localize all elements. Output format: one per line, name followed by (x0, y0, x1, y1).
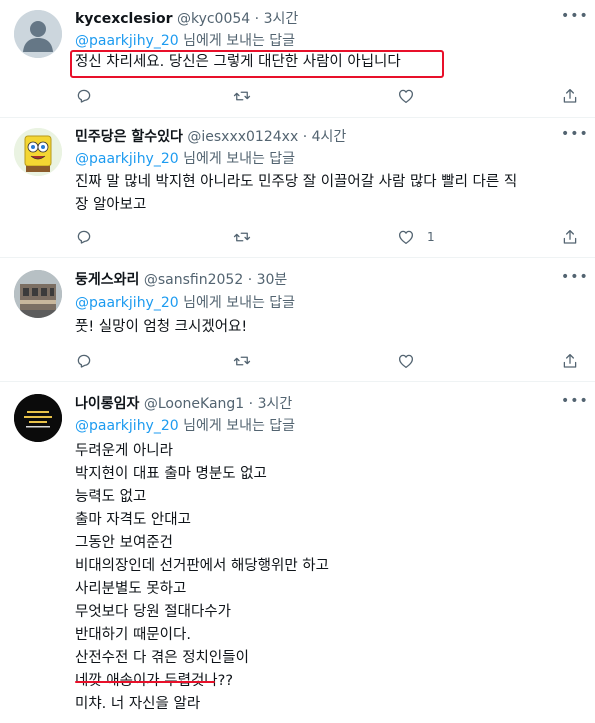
tweet[interactable]: kycexclesior @kyc0054 · 3시간 ••• @paarkji… (0, 0, 595, 118)
share-icon (563, 88, 577, 103)
retweet-button[interactable] (233, 85, 251, 107)
reply-button[interactable] (75, 350, 93, 372)
share-button[interactable] (561, 226, 579, 248)
share-button[interactable] (561, 85, 579, 107)
reply-suffix: 님에게 보내는 답글 (178, 33, 296, 49)
default-avatar-icon (14, 10, 62, 58)
reply-mention[interactable]: @paarkjihy_20 (75, 418, 179, 434)
more-icon[interactable]: ••• (561, 9, 588, 29)
avatar[interactable] (14, 394, 62, 442)
reply-context: @paarkjihy_20 님에게 보내는 답글 (75, 417, 295, 435)
highlight-box (70, 50, 444, 78)
reply-context: @paarkjihy_20 님에게 보내는 답글 (75, 150, 295, 168)
tweet-actions: 1 (70, 226, 585, 248)
retweet-icon (233, 232, 251, 242)
display-name[interactable]: kycexclesior (75, 11, 173, 27)
display-name[interactable]: 나이롱임자 (75, 396, 139, 412)
tweet-actions (70, 85, 585, 107)
timestamp[interactable]: 4시간 (312, 129, 347, 145)
reply-mention[interactable]: @paarkjihy_20 (75, 151, 179, 167)
tweet-text: 진짜 말 많네 박지현 아니라도 민주당 잘 이끌어갈 사람 많다 빨리 다른 … (75, 174, 518, 213)
separator-dot: · (248, 396, 254, 412)
tweet[interactable]: 둥게스와리 @sansfin2052 · 30분 ••• @paarkjihy_… (0, 258, 595, 382)
reply-icon (77, 354, 91, 368)
timestamp[interactable]: 3시간 (264, 11, 299, 27)
building-avatar-icon (14, 270, 62, 318)
separator-dot: · (254, 11, 260, 27)
reply-context: @paarkjihy_20 님에게 보내는 답글 (75, 294, 295, 312)
like-count: 1 (427, 230, 435, 244)
share-button[interactable] (561, 350, 579, 372)
like-icon (398, 230, 414, 245)
tweet[interactable]: 민주당은 할수있다 @iesxxx0124xx · 4시간 ••• @paark… (0, 118, 595, 258)
spongebob-avatar-icon (14, 128, 62, 176)
more-icon[interactable]: ••• (561, 270, 588, 290)
tweet-actions (70, 350, 585, 372)
tweet[interactable]: 나이롱임자 @LooneKang1 · 3시간 ••• @paarkjihy_2… (0, 382, 595, 723)
reply-suffix: 님에게 보내는 답글 (178, 418, 296, 434)
retweet-button[interactable] (233, 350, 251, 372)
avatar[interactable] (14, 270, 62, 318)
tweet-text: 두려운게 아니라 박지현이 대표 출마 명분도 없고 능력도 없고 출마 자격도… (75, 443, 329, 712)
retweet-icon (233, 91, 251, 101)
reply-context: @paarkjihy_20 님에게 보내는 답글 (75, 32, 295, 50)
like-icon (398, 89, 414, 104)
timestamp[interactable]: 3시간 (258, 396, 293, 412)
separator-dot: · (247, 272, 253, 288)
reply-icon (77, 230, 91, 244)
like-button[interactable]: 1 (397, 226, 435, 248)
user-handle[interactable]: @LooneKang1 (144, 396, 244, 412)
tweet-text: 풋! 실망이 엄청 크시겠어요! (75, 319, 248, 335)
highlight-underline (75, 681, 215, 683)
share-icon (563, 229, 577, 244)
like-button[interactable] (397, 85, 427, 107)
avatar[interactable] (14, 128, 62, 176)
user-handle[interactable]: @kyc0054 (177, 11, 250, 27)
like-button[interactable] (397, 350, 427, 372)
reply-mention[interactable]: @paarkjihy_20 (75, 295, 179, 311)
reply-icon (77, 89, 91, 103)
more-icon[interactable]: ••• (561, 127, 588, 147)
tweet-header: kycexclesior @kyc0054 · 3시간 (75, 10, 298, 28)
reply-button[interactable] (75, 85, 93, 107)
separator-dot: · (302, 129, 308, 145)
tweet-header: 나이롱임자 @LooneKang1 · 3시간 (75, 395, 292, 413)
retweet-button[interactable] (233, 226, 251, 248)
timestamp[interactable]: 30분 (257, 272, 288, 288)
like-icon (398, 354, 414, 369)
reply-button[interactable] (75, 226, 93, 248)
more-icon[interactable]: ••• (561, 394, 588, 414)
reply-mention[interactable]: @paarkjihy_20 (75, 33, 179, 49)
user-handle[interactable]: @iesxxx0124xx (187, 129, 298, 145)
tweet-header: 민주당은 할수있다 @iesxxx0124xx · 4시간 (75, 128, 346, 146)
share-icon (563, 353, 577, 368)
reply-suffix: 님에게 보내는 답글 (178, 295, 296, 311)
display-name[interactable]: 둥게스와리 (75, 272, 139, 288)
retweet-icon (233, 356, 251, 366)
reply-suffix: 님에게 보내는 답글 (178, 151, 296, 167)
tweet-header: 둥게스와리 @sansfin2052 · 30분 (75, 271, 287, 289)
avatar[interactable] (14, 10, 62, 58)
user-handle[interactable]: @sansfin2052 (144, 272, 243, 288)
text-logo-avatar-icon (14, 394, 62, 442)
display-name[interactable]: 민주당은 할수있다 (75, 129, 183, 145)
